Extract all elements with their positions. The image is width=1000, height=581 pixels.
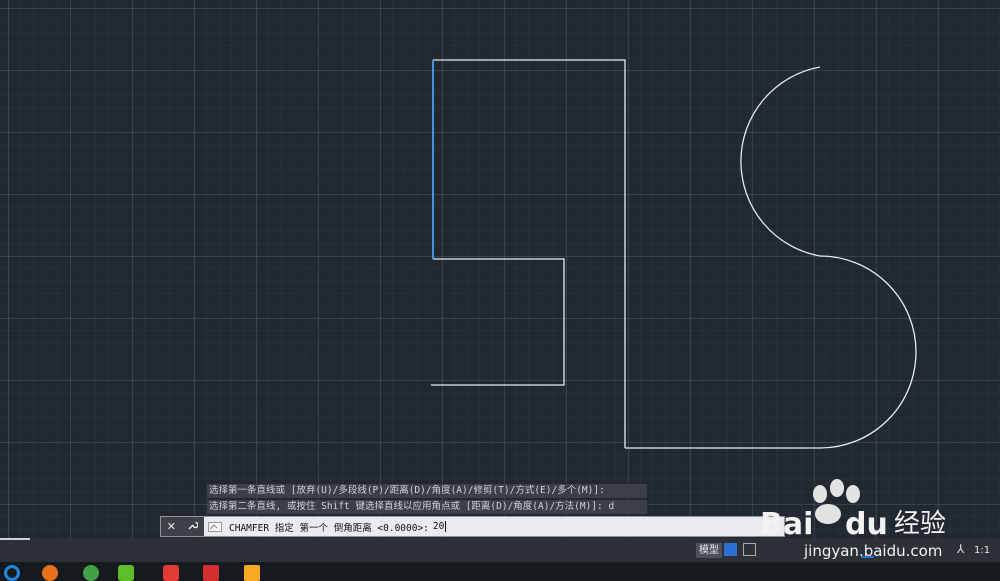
command-prompt-icon[interactable] [204,517,226,536]
left-shape-lower[interactable] [431,258,565,386]
command-history-line-2: 选择第二条直线, 或按住 Shift 键选择直线以应用角点或 [距离(D)/角度… [207,500,647,514]
command-input[interactable]: 20 [433,521,447,532]
watermark-brand: Bai [760,507,813,542]
app-red-icon[interactable] [163,565,179,581]
left-shape-lines[interactable] [433,59,626,448]
baidu-watermark: Bai du 经验 jingyan.baidu.com [760,479,946,560]
command-line[interactable]: ✕ CHAMFER 指定 第一个 倒角距离 <0.0000>: 20 [160,516,785,537]
command-history-line-1: 选择第一条直线或 [放弃(U)/多段线(P)/距离(D)/角度(A)/修剪(T)… [207,484,647,498]
browser-icon[interactable] [4,565,20,581]
app-yellow-icon[interactable] [244,565,260,581]
model-space-indicator [0,538,30,540]
watermark-brand2: du [845,507,888,542]
wrench-icon[interactable] [187,520,200,534]
wechat-icon[interactable] [118,565,134,581]
close-icon[interactable]: ✕ [167,520,176,533]
drawing-geometry[interactable] [0,0,1000,538]
lower-arc[interactable] [819,255,917,449]
model-tab[interactable]: 模型 [696,543,722,558]
app-green-icon[interactable] [83,565,99,581]
watermark-url: jingyan.baidu.com [803,542,942,560]
upper-arc[interactable] [740,66,821,257]
command-prompt: CHAMFER 指定 第一个 倒角距离 <0.0000>: [229,522,429,534]
watermark-suffix: 经验 [894,509,946,539]
autocad-icon[interactable] [203,565,219,581]
firefox-icon[interactable] [42,565,58,581]
command-line-controls: ✕ [161,517,204,536]
